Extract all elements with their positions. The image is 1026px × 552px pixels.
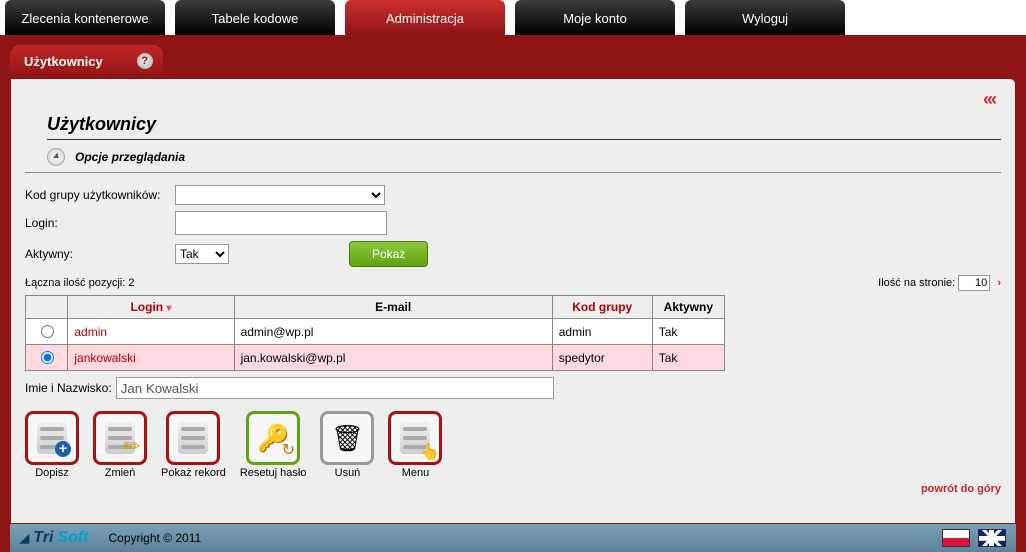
row-radio[interactable] (41, 325, 54, 338)
copyright: Copyright © 2011 (109, 531, 202, 545)
per-page-input[interactable] (958, 275, 990, 291)
cell-login[interactable]: jankowalski (68, 345, 234, 371)
menu-label: Menu (388, 467, 442, 479)
reset-password-button[interactable]: 🔑 ↻ Resetuj hasło (240, 411, 307, 479)
tab-orders[interactable]: Zlecenia kontenerowe (5, 0, 165, 35)
logo-tri-icon: ◢ (20, 531, 29, 545)
footer: ◢ TriSoft Copyright © 2011 (10, 524, 1016, 552)
delete-button[interactable]: 🗑 Usuń (320, 411, 374, 479)
collapse-toggle-icon[interactable]: ▴ (47, 148, 65, 166)
cell-email: admin@wp.pl (234, 319, 552, 345)
options-header-label: Opcje przeglądania (75, 150, 185, 164)
total-label: Łączna ilość pozycji: (25, 277, 125, 289)
col-select (26, 296, 68, 319)
login-input[interactable] (175, 211, 387, 235)
delete-label: Usuń (320, 467, 374, 479)
refresh-icon: ↻ (282, 440, 295, 460)
lang-en-button[interactable] (978, 529, 1006, 547)
add-button[interactable]: + Dopisz (25, 411, 79, 479)
cell-email: jan.kowalski@wp.pl (234, 345, 552, 371)
add-label: Dopisz (25, 467, 79, 479)
row-radio[interactable] (41, 351, 54, 364)
subtab-users[interactable]: Użytkownicy ? (10, 45, 163, 78)
name-label: Imie i Nazwisko: (25, 381, 112, 395)
users-table: Login ▾ E-mail Kod grupy Aktywny admin a… (25, 295, 725, 371)
plus-icon: + (55, 441, 71, 457)
col-active[interactable]: Aktywny (652, 296, 724, 319)
login-label: Login: (25, 216, 175, 230)
col-group[interactable]: Kod grupy (552, 296, 652, 319)
col-email[interactable]: E-mail (234, 296, 552, 319)
cell-group: admin (552, 319, 652, 345)
edit-button[interactable]: ✎ Zmień (93, 411, 147, 479)
cell-group: spedytor (552, 345, 652, 371)
show-record-button[interactable]: Pokaż rekord (161, 411, 226, 479)
table-meta: Łączna ilość pozycji: 2 Ilość na stronie… (25, 275, 1001, 291)
page-title: Użytkownicy (47, 114, 1001, 140)
reset-label: Resetuj hasło (240, 467, 307, 479)
per-page-label: Ilość na stronie: (878, 277, 955, 289)
name-row: Imie i Nazwisko: (25, 377, 1001, 399)
show-label: Pokaż rekord (161, 467, 226, 479)
top-tabs: Zlecenia kontenerowe Tabele kodowe Admin… (0, 0, 1026, 35)
tab-admin[interactable]: Administracja (345, 0, 505, 35)
name-input[interactable] (116, 377, 554, 399)
brand-logo: ◢ TriSoft (20, 529, 89, 547)
table-row[interactable]: admin admin@wp.pl admin Tak (26, 319, 725, 345)
back-to-top-link[interactable]: powrót do góry (25, 483, 1001, 495)
total-value: 2 (128, 277, 134, 289)
menu-button[interactable]: 👆 Menu (388, 411, 442, 479)
tab-account[interactable]: Moje konto (515, 0, 675, 35)
sort-desc-icon: ▾ (166, 303, 171, 314)
tab-logout[interactable]: Wyloguj (685, 0, 845, 35)
edit-label: Zmień (93, 467, 147, 479)
lang-pl-button[interactable] (942, 529, 970, 547)
next-page-icon[interactable]: › (997, 277, 1001, 289)
group-select[interactable] (175, 185, 385, 205)
cell-active: Tak (652, 319, 724, 345)
panel-outer: Użytkownicy ? ‹‹‹ Użytkownicy ▴ Opcje pr… (0, 35, 1026, 552)
record-toolbar: + Dopisz ✎ Zmień Pokaż rekord 🔑 (25, 411, 1001, 479)
active-select[interactable]: Tak (175, 244, 229, 264)
content-panel: ‹‹‹ Użytkownicy ▴ Opcje przeglądania Kod… (10, 78, 1016, 524)
options-header-row[interactable]: ▴ Opcje przeglądania (25, 144, 1001, 173)
group-label: Kod grupy użytkowników: (25, 188, 175, 202)
pointer-icon: 👆 (420, 442, 440, 462)
cell-login[interactable]: admin (68, 319, 234, 345)
help-icon[interactable]: ? (137, 53, 153, 69)
show-button[interactable]: Pokaż (349, 241, 428, 267)
active-label: Aktywny: (25, 247, 175, 261)
filters-form: Kod grupy użytkowników: Login: Aktywny: … (25, 185, 1001, 267)
table-row[interactable]: jankowalski jan.kowalski@wp.pl spedytor … (26, 345, 725, 371)
trash-icon: 🗑 (331, 423, 364, 454)
cell-active: Tak (652, 345, 724, 371)
subtab-label: Użytkownicy (24, 54, 103, 69)
tab-codes[interactable]: Tabele kodowe (175, 0, 335, 35)
list-icon (178, 422, 208, 454)
col-login[interactable]: Login ▾ (68, 296, 234, 319)
collapse-chevrons-icon[interactable]: ‹‹‹ (25, 89, 1001, 110)
